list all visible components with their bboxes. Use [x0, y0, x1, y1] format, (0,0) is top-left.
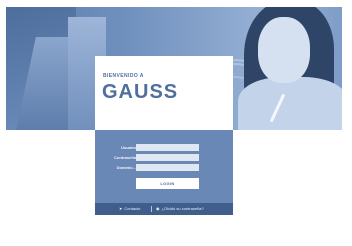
password-row: Contraseña — [95, 154, 233, 162]
footer-divider — [151, 206, 152, 212]
contact-link[interactable]: ➤ Contacto — [119, 206, 140, 212]
welcome-card: BIENVENIDO A GAUSS — [95, 56, 233, 130]
send-icon: ➤ — [119, 206, 123, 211]
login-button-label: LOGIN — [160, 181, 175, 186]
domain-label: Dominio... — [116, 165, 136, 170]
welcome-text: BIENVENIDO A — [103, 73, 144, 79]
forgot-password-label: ¿Olvidó su contraseña? — [161, 206, 204, 211]
forgot-password-link[interactable]: ◉ ¿Olvidó su contraseña? — [156, 206, 204, 212]
login-panel: Usuario Contraseña Dominio... LOGIN — [95, 130, 233, 203]
user-input[interactable] — [136, 144, 199, 151]
domain-row: Dominio... — [95, 164, 233, 172]
login-button[interactable]: LOGIN — [136, 178, 199, 189]
domain-input[interactable] — [136, 164, 199, 171]
student-photo-body — [238, 77, 342, 130]
user-row: Usuario — [95, 144, 233, 152]
user-label: Usuario — [121, 145, 136, 150]
password-label: Contraseña — [113, 155, 136, 160]
chat-bubble-icon: ◉ — [156, 206, 160, 211]
password-input[interactable] — [136, 154, 199, 161]
student-photo-face — [258, 17, 310, 83]
brand-title: GAUSS — [102, 81, 179, 103]
footer-bar: ➤ Contacto ◉ ¿Olvidó su contraseña? — [95, 203, 233, 215]
contact-label: Contacto — [124, 206, 141, 211]
